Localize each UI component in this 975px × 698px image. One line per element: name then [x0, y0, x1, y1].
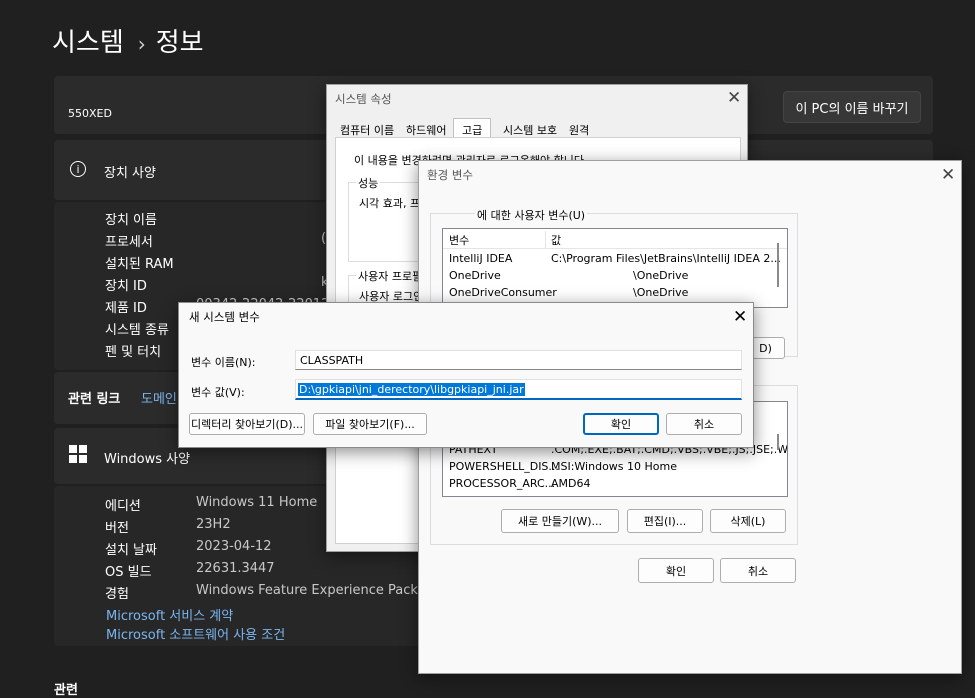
edit-variable-button[interactable]: 편집(I)... [627, 509, 703, 533]
spec-label: 설치된 RAM [105, 257, 174, 272]
variable-value: AMD64 [551, 477, 591, 490]
tab-computer-name[interactable]: 컴퓨터 이름 [340, 122, 394, 138]
user-variables-label: 에 대한 사용자 변수(U) [475, 207, 588, 223]
new-variable-button[interactable]: 새로 만들기(W)... [501, 509, 619, 533]
variable-value: MSI:Windows 10 Home [551, 460, 678, 473]
variable-value: C:\Program Files\JetBrains\IntelliJ IDEA… [551, 252, 781, 265]
spec-value: 22631.3447 [196, 561, 275, 576]
windows-specs-heading: Windows 사양 [104, 452, 191, 467]
close-icon[interactable]: ✕ [733, 309, 747, 326]
variable-value-field[interactable]: D:\gpkiapi\jni_derectory\libgpkiapi_jni.… [295, 379, 742, 400]
variable-name: OneDriveConsumer [449, 286, 557, 299]
spec-value: 2023-04-12 [196, 539, 272, 554]
ok-button[interactable]: 확인 [638, 558, 714, 583]
tab-remote[interactable]: 원격 [569, 122, 589, 138]
spec-value: Windows 11 Home [196, 495, 318, 510]
domain-link[interactable]: 도메인 [141, 388, 177, 407]
browse-directory-button[interactable]: 디렉터리 찾아보기(D)... [189, 413, 305, 435]
ms-license-terms-link[interactable]: Microsoft 소프트웨어 사용 조건 [106, 624, 285, 643]
list-item[interactable]: PROCESSOR_ARC... AMD64 [443, 476, 787, 493]
list-header: 변수 값 [443, 231, 787, 249]
column-header-variable[interactable]: 변수 [449, 232, 469, 248]
spec-label: 설치 날짜 [105, 543, 157, 558]
spec-label: OS 빌드 [105, 565, 152, 580]
list-item[interactable]: IntelliJ IDEA C:\Program Files\JetBrains… [443, 251, 787, 268]
scrollbar[interactable] [777, 434, 779, 450]
dialog-title: 시스템 속성 [335, 92, 392, 106]
variable-name-label: 변수 이름(N): [191, 356, 256, 369]
tab-hardware[interactable]: 하드웨어 [406, 122, 446, 138]
variable-name-field[interactable]: CLASSPATH [295, 350, 742, 370]
variable-name: OneDrive [449, 269, 501, 282]
breadcrumb-parent[interactable]: 시스템 [52, 28, 124, 58]
user-variables-list[interactable]: 변수 값 IntelliJ IDEA C:\Program Files\JetB… [442, 228, 788, 308]
browse-file-button[interactable]: 파일 찾아보기(F)... [313, 413, 427, 435]
spec-label: 장치 이름 [105, 213, 157, 228]
variable-value: \OneDrive [633, 269, 689, 282]
info-icon: i [70, 161, 86, 177]
column-header-value[interactable]: 값 [551, 232, 561, 248]
variable-value-label: 변수 값(V): [191, 386, 245, 399]
device-specs-heading: 장치 사양 [104, 166, 156, 181]
ok-button[interactable]: 확인 [583, 413, 659, 435]
variable-value: \OneDrive [633, 286, 689, 299]
spec-label: 프로세서 [105, 235, 153, 250]
variable-name: IntelliJ IDEA [449, 252, 513, 265]
performance-description: 시각 효과, 프 [359, 197, 421, 210]
page-title: 정보 [155, 28, 204, 58]
performance-group-label: 성능 [356, 175, 381, 191]
new-system-variable-dialog: 새 시스템 변수 ✕ 변수 이름(N): CLASSPATH 변수 값(V): … [178, 302, 754, 448]
windows-logo-icon [69, 445, 87, 463]
variable-name: POWERSHELL_DIS... [449, 460, 559, 473]
dialog-title: 환경 변수 [427, 168, 473, 182]
list-item[interactable]: OneDriveConsumer \OneDrive [443, 285, 787, 302]
column-divider [545, 231, 546, 248]
spec-label: 버전 [105, 521, 129, 536]
spec-label: 에디션 [105, 499, 141, 514]
variable-name: PROCESSOR_ARC... [449, 477, 556, 490]
ms-services-agreement-link[interactable]: Microsoft 서비스 계약 [106, 605, 233, 624]
list-item[interactable]: OneDrive \OneDrive [443, 268, 787, 285]
close-icon[interactable]: ✕ [941, 167, 955, 184]
related-heading: 관련 [54, 683, 78, 698]
related-links-heading: 관련 링크 [68, 392, 121, 407]
close-icon[interactable]: ✕ [727, 90, 741, 107]
breadcrumb: 시스템 › 정보 [52, 22, 204, 59]
user-profiles-group-label: 사용자 프로필 [356, 268, 425, 284]
spec-label: 제품 ID [105, 301, 147, 316]
chevron-right-icon: › [137, 32, 146, 56]
delete-variable-button[interactable]: 삭제(L) [710, 509, 786, 533]
spec-label: 경험 [105, 587, 129, 602]
tab-system-protection[interactable]: 시스템 보호 [503, 122, 557, 138]
tab-bar: 컴퓨터 이름 하드웨어 고급 시스템 보호 원격 [335, 117, 735, 142]
scrollbar[interactable] [777, 243, 779, 287]
spec-label: 시스템 종류 [105, 323, 169, 338]
spec-value: Windows Feature Experience Pack 1000 [196, 583, 456, 598]
rename-pc-button[interactable]: 이 PC의 이름 바꾸기 [783, 91, 921, 123]
spec-label: 펜 및 터치 [105, 345, 162, 360]
cancel-button[interactable]: 취소 [666, 413, 742, 435]
list-item[interactable]: POWERSHELL_DIS... MSI:Windows 10 Home [443, 459, 787, 476]
spec-value: 23H2 [196, 517, 231, 532]
cancel-button[interactable]: 취소 [720, 558, 796, 583]
device-name: 550XED [68, 107, 112, 120]
dialog-title: 새 시스템 변수 [189, 310, 260, 324]
spec-label: 장치 ID [105, 279, 147, 294]
